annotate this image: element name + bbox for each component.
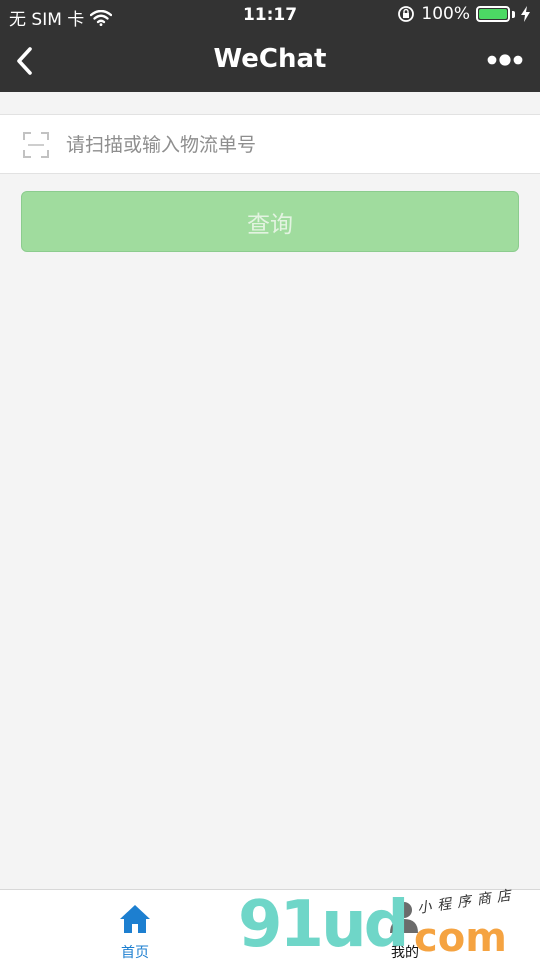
nav-bar: WeChat: [0, 30, 540, 92]
home-icon: [120, 905, 150, 933]
query-button-label: 查询: [247, 211, 293, 238]
more-dots-icon[interactable]: [486, 52, 526, 68]
tab-mine-label: 我的: [391, 945, 419, 960]
tab-home-label: 首页: [121, 945, 149, 960]
battery-tip: [512, 10, 515, 18]
battery-percent: 100%: [421, 4, 470, 24]
rotation-lock-icon: [398, 6, 415, 22]
page-title: WeChat: [213, 44, 327, 74]
charging-icon: [521, 6, 530, 22]
status-right: 100%: [397, 4, 530, 24]
status-bar: 无 SIM 卡 11:17 100%: [0, 0, 540, 30]
tab-bar: 首页 我的: [0, 889, 540, 960]
query-button[interactable]: 查询: [21, 191, 519, 252]
tracking-number-input[interactable]: [66, 125, 516, 165]
tracking-input-row: [0, 114, 540, 174]
battery-icon: [476, 6, 510, 22]
tab-home[interactable]: 首页: [0, 890, 270, 960]
battery-fill: [479, 9, 507, 19]
user-icon: [390, 902, 418, 933]
tab-mine[interactable]: 我的: [270, 890, 540, 960]
scan-icon[interactable]: [22, 131, 50, 159]
